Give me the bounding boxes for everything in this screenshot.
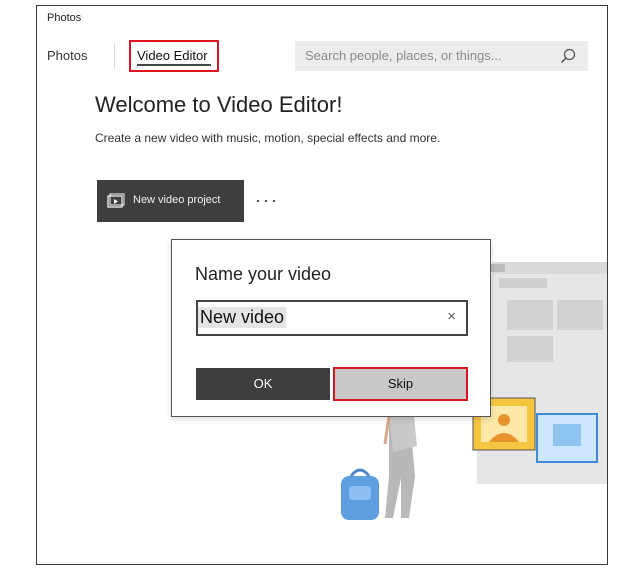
page-subtitle: Create a new video with music, motion, s… (95, 131, 441, 145)
backpack-illustration (341, 468, 379, 520)
nav-separator (114, 44, 115, 68)
window-title: Photos (47, 12, 82, 24)
skip-button[interactable]: Skip (333, 367, 468, 401)
person-illustration (383, 406, 417, 518)
nav-video-editor-label: Video Editor (137, 48, 208, 63)
blue-photo-illustration (536, 413, 598, 463)
photos-window: Photos Photos Video Editor Search people… (36, 5, 608, 565)
search-placeholder: Search people, places, or things... (305, 48, 502, 63)
video-name-value: New video (198, 307, 287, 328)
video-project-icon (107, 193, 125, 208)
search-box[interactable]: Search people, places, or things... (295, 41, 588, 71)
active-tab-underline (137, 64, 211, 66)
page-title: Welcome to Video Editor! (95, 92, 343, 117)
video-name-input[interactable]: New video × (196, 300, 468, 336)
illustration-frame-top (492, 262, 607, 274)
new-video-project-button[interactable]: New video project (97, 180, 244, 222)
more-options-button[interactable]: ··· (255, 190, 279, 211)
close-icon[interactable]: × (447, 308, 456, 325)
search-icon[interactable] (560, 48, 576, 64)
illustration-frame (477, 274, 607, 484)
new-video-project-label: New video project (133, 194, 221, 206)
ok-button[interactable]: OK (196, 368, 330, 400)
name-video-dialog: Name your video New video × OK Skip (171, 239, 491, 417)
dialog-title: Name your video (195, 264, 332, 284)
nav-photos[interactable]: Photos (47, 48, 87, 63)
nav-video-editor[interactable]: Video Editor (129, 40, 219, 72)
